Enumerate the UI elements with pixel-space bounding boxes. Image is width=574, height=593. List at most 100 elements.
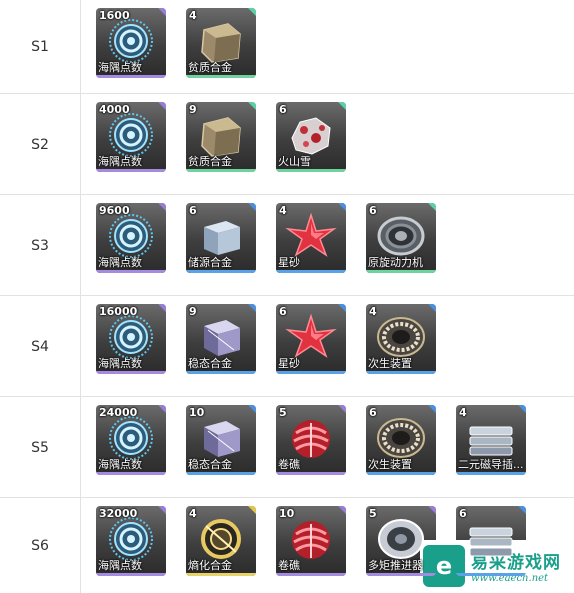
material-item[interactable]: 6 储源合金 bbox=[186, 203, 256, 273]
rarity-corner bbox=[248, 304, 256, 312]
stage-label: S6 bbox=[0, 498, 81, 593]
stage-row: S3 9600 海隅点数 6 储源合金 4 星砂 6 原旋动力机 bbox=[0, 194, 574, 296]
rarity-bar bbox=[96, 371, 166, 374]
item-count: 5 bbox=[279, 406, 287, 419]
material-item[interactable]: 4000 海隅点数 bbox=[96, 102, 166, 172]
rarity-corner bbox=[248, 203, 256, 211]
item-count: 10 bbox=[279, 507, 295, 520]
material-item[interactable]: 9 稳态合金 bbox=[186, 304, 256, 374]
rarity-bar bbox=[366, 573, 436, 576]
rarity-bar bbox=[186, 573, 256, 576]
stage-row: S2 4000 海隅点数 9 贫质合金 6 火山雪 bbox=[0, 93, 574, 195]
rarity-corner bbox=[518, 506, 526, 514]
ore-block-icon bbox=[194, 18, 248, 64]
material-item[interactable]: 1600 海隅点数 bbox=[96, 8, 166, 78]
item-name: 海隅点数 bbox=[98, 559, 142, 572]
item-count: 9 bbox=[189, 103, 197, 116]
star-shard-icon bbox=[284, 212, 338, 259]
stage-row: S1 1600 海隅点数 4 贫质合金 bbox=[0, 0, 574, 93]
item-name: 次生装置 bbox=[368, 458, 412, 471]
material-item[interactable]: 9600 海隅点数 bbox=[96, 203, 166, 273]
rarity-bar bbox=[186, 472, 256, 475]
material-item[interactable]: 32000 海隅点数 bbox=[96, 506, 166, 576]
item-name: 稳态合金 bbox=[188, 357, 232, 370]
rarity-bar bbox=[366, 472, 436, 475]
rarity-bar bbox=[96, 270, 166, 273]
item-count: 9600 bbox=[99, 204, 130, 217]
item-name: 原旋动力机 bbox=[368, 256, 423, 269]
rarity-corner bbox=[428, 506, 436, 514]
item-count: 6 bbox=[369, 204, 377, 217]
rarity-bar bbox=[276, 472, 346, 475]
material-item[interactable]: 16000 海隅点数 bbox=[96, 304, 166, 374]
item-name: 二元磁导插... bbox=[458, 458, 524, 471]
item-count: 10 bbox=[189, 406, 205, 419]
coin-icon bbox=[104, 516, 158, 562]
item-count: 5 bbox=[369, 507, 377, 520]
item-count: 1600 bbox=[99, 9, 130, 22]
stage-label: S2 bbox=[0, 94, 81, 195]
item-count: 24000 bbox=[99, 406, 138, 419]
rarity-bar bbox=[276, 270, 346, 273]
stage-row: S4 16000 海隅点数 9 稳态合金 6 星砂 4 次生装置 bbox=[0, 295, 574, 397]
item-name: 贫质合金 bbox=[188, 155, 232, 168]
rarity-bar bbox=[96, 75, 166, 78]
material-item[interactable]: 6 次生装置 bbox=[366, 405, 436, 475]
material-item[interactable]: 4 星砂 bbox=[276, 203, 346, 273]
material-item[interactable]: 5 多矩推进器 bbox=[366, 506, 436, 576]
coin-icon bbox=[104, 18, 158, 64]
item-count: 32000 bbox=[99, 507, 138, 520]
item-name: 海隅点数 bbox=[98, 458, 142, 471]
material-item[interactable]: 6 星砂 bbox=[276, 304, 346, 374]
material-item[interactable]: 4 贫质合金 bbox=[186, 8, 256, 78]
item-name: 储源合金 bbox=[188, 256, 232, 269]
magnet-bars-icon bbox=[464, 516, 518, 562]
material-item[interactable]: 4 二元磁导插... bbox=[456, 405, 526, 475]
item-count: 6 bbox=[279, 305, 287, 318]
volcanic-rock-icon bbox=[284, 112, 338, 158]
material-requirements-table: S1 1600 海隅点数 4 贫质合金 S2 4000 海隅点数 9 贫质合金 6 火山雪 S3 9600… bbox=[0, 0, 574, 593]
rarity-corner bbox=[338, 203, 346, 211]
stage-label: S1 bbox=[0, 0, 81, 93]
rarity-bar bbox=[276, 573, 346, 576]
rarity-bar bbox=[276, 371, 346, 374]
coin-icon bbox=[104, 213, 158, 259]
rarity-corner bbox=[248, 506, 256, 514]
coin-icon bbox=[104, 314, 158, 360]
coin-icon bbox=[104, 112, 158, 158]
thruster-ring-icon bbox=[374, 516, 428, 562]
material-item[interactable]: 24000 海隅点数 bbox=[96, 405, 166, 475]
material-item[interactable]: 9 贫质合金 bbox=[186, 102, 256, 172]
rarity-corner bbox=[428, 203, 436, 211]
material-item[interactable]: 4 熵化合金 bbox=[186, 506, 256, 576]
item-count: 4 bbox=[189, 507, 197, 520]
rarity-corner bbox=[158, 8, 166, 16]
material-item[interactable]: 6 原旋动力机 bbox=[366, 203, 436, 273]
rarity-corner bbox=[338, 506, 346, 514]
gold-alloy-icon bbox=[194, 516, 248, 562]
rarity-bar bbox=[456, 573, 526, 576]
item-count: 4000 bbox=[99, 103, 130, 116]
material-item[interactable]: 6 火山雪 bbox=[276, 102, 346, 172]
item-name: 贫质合金 bbox=[188, 61, 232, 74]
stage-label: S3 bbox=[0, 195, 81, 296]
rarity-bar bbox=[96, 573, 166, 576]
item-name: 稳态合金 bbox=[188, 458, 232, 471]
material-item[interactable]: 10 稳态合金 bbox=[186, 405, 256, 475]
rarity-corner bbox=[158, 102, 166, 110]
rarity-bar bbox=[276, 169, 346, 172]
rarity-bar bbox=[186, 371, 256, 374]
rarity-bar bbox=[186, 270, 256, 273]
rarity-corner bbox=[338, 102, 346, 110]
material-item[interactable]: 4 次生装置 bbox=[366, 304, 436, 374]
item-count: 6 bbox=[459, 507, 467, 520]
rarity-bar bbox=[96, 169, 166, 172]
material-item[interactable]: 10 卷礁 bbox=[276, 506, 346, 576]
rarity-corner bbox=[248, 405, 256, 413]
item-name: 海隅点数 bbox=[98, 155, 142, 168]
rarity-bar bbox=[456, 472, 526, 475]
item-count: 9 bbox=[189, 305, 197, 318]
item-count: 6 bbox=[189, 204, 197, 217]
material-item[interactable]: 5 卷礁 bbox=[276, 405, 346, 475]
rarity-corner bbox=[158, 304, 166, 312]
